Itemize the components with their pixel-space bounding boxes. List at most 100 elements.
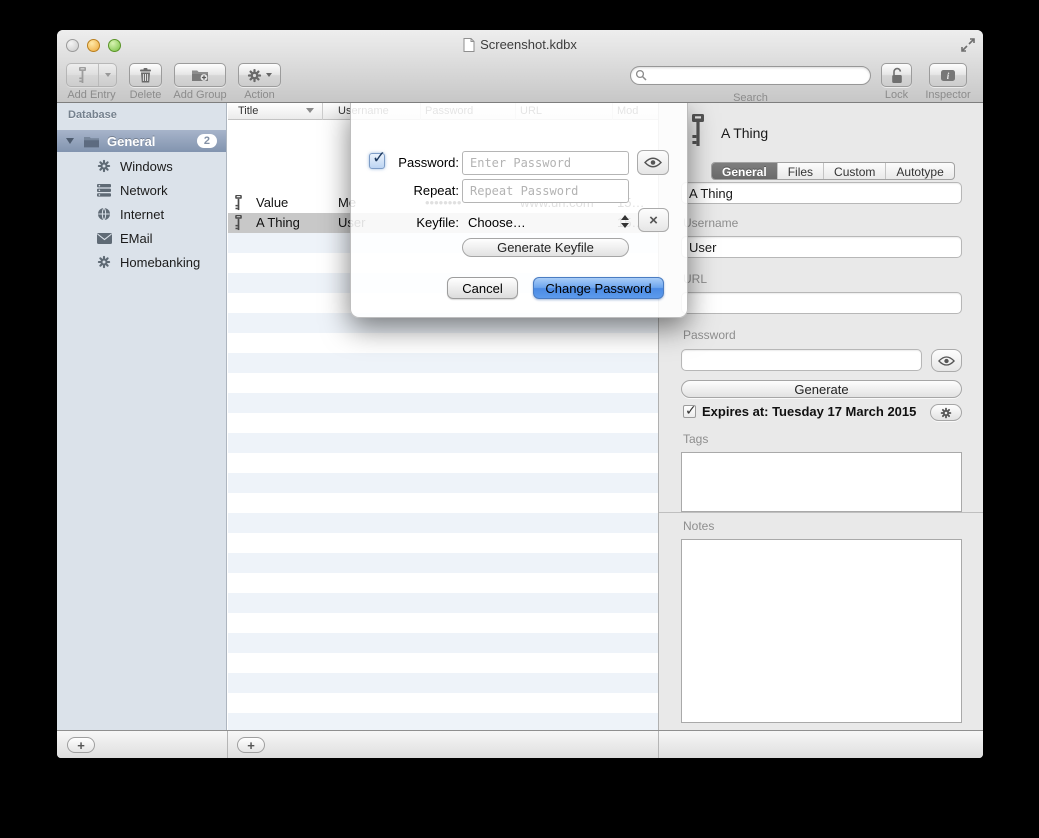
sidebar-item-label: Homebanking	[120, 255, 200, 270]
tags-input[interactable]	[681, 452, 962, 512]
trash-icon	[139, 67, 152, 83]
change-password-button[interactable]: Change Password	[533, 277, 664, 299]
chevron-down-icon	[266, 73, 272, 77]
change-password-label: Change Password	[545, 281, 651, 296]
sidebar: Database General 2 Windows Network	[57, 103, 227, 730]
key-icon	[234, 195, 243, 211]
dialog-reveal-password-button[interactable]	[637, 150, 669, 175]
password-label: Password	[683, 328, 736, 342]
app-window: Screenshot.kdbx Add Entry Delete	[57, 30, 983, 758]
key-icon	[690, 114, 706, 148]
tab-files[interactable]: Files	[778, 163, 824, 179]
gear-icon	[96, 254, 112, 270]
cell-title: Value	[256, 195, 288, 210]
envelope-icon	[96, 230, 112, 246]
cancel-label: Cancel	[462, 281, 502, 296]
sidebar-item-network[interactable]: Network	[57, 178, 226, 202]
eye-icon	[644, 157, 662, 168]
generate-keyfile-label: Generate Keyfile	[497, 240, 594, 255]
tab-custom[interactable]: Custom	[824, 163, 886, 179]
inspector-button[interactable]: i Inspector	[929, 63, 967, 87]
footer-bar: + +	[57, 730, 983, 758]
inspector-entry-title: A Thing	[721, 125, 768, 141]
reveal-password-button[interactable]	[931, 349, 962, 372]
gear-icon	[96, 158, 112, 174]
folder-plus-icon	[191, 68, 209, 82]
generate-label: Generate	[794, 382, 848, 397]
dialog-password-input[interactable]	[462, 151, 629, 175]
sidebar-item-label: Internet	[120, 207, 164, 222]
add-group-button[interactable]: Add Group	[174, 63, 226, 87]
sidebar-item-windows[interactable]: Windows	[57, 154, 226, 178]
close-icon: ×	[649, 213, 658, 228]
window-title: Screenshot.kdbx	[480, 37, 577, 52]
generate-button[interactable]: Generate	[681, 380, 962, 398]
sidebar-header: Database	[68, 109, 117, 121]
search-label: Search	[630, 92, 871, 104]
title-field[interactable]	[681, 182, 962, 204]
plus-icon: +	[77, 739, 85, 752]
add-group-label: Add Group	[173, 89, 226, 101]
expires-row: ✓ Expires at: Tuesday 17 March 2015	[683, 404, 916, 419]
change-password-dialog: ✓ Password: Repeat: Keyfile: Choose… × G…	[350, 103, 688, 318]
sidebar-item-label: Windows	[120, 159, 173, 174]
dialog-repeat-label: Repeat:	[369, 183, 459, 198]
gear-icon	[940, 407, 952, 419]
action-label: Action	[244, 89, 275, 101]
notes-input[interactable]	[681, 539, 962, 723]
delete-button[interactable]: Delete	[129, 63, 162, 87]
tags-label: Tags	[683, 432, 708, 446]
stepper-icon[interactable]	[621, 215, 630, 231]
eye-icon	[938, 356, 955, 366]
fullscreen-icon[interactable]	[960, 37, 976, 53]
key-icon	[234, 215, 243, 231]
entry-count-badge: 2	[197, 134, 217, 148]
search-input[interactable]	[630, 66, 871, 85]
sidebar-item-internet[interactable]: Internet	[57, 202, 226, 226]
add-entry-plus-button[interactable]: +	[237, 737, 265, 753]
inspector-panel: A Thing General Files Custom Autotype Us…	[658, 103, 983, 730]
expires-settings-button[interactable]	[930, 404, 962, 421]
window-header: Screenshot.kdbx Add Entry Delete	[57, 30, 983, 103]
expires-checkbox[interactable]: ✓	[683, 405, 696, 418]
sidebar-group-general[interactable]: General 2	[57, 130, 226, 152]
username-field[interactable]	[681, 236, 962, 258]
tab-autotype[interactable]: Autotype	[886, 163, 953, 179]
document-icon	[463, 38, 475, 52]
password-field[interactable]	[681, 349, 922, 371]
url-field[interactable]	[681, 292, 962, 314]
tab-general[interactable]: General	[712, 163, 778, 179]
unlock-icon	[890, 67, 904, 84]
cancel-button[interactable]: Cancel	[447, 277, 518, 299]
lock-button[interactable]: Lock	[881, 63, 912, 87]
sidebar-group-label: General	[107, 134, 197, 149]
plus-icon: +	[247, 739, 255, 752]
add-entry-button[interactable]: Add Entry	[66, 63, 117, 87]
delete-label: Delete	[130, 89, 162, 101]
globe-icon	[96, 206, 112, 222]
dialog-repeat-input[interactable]	[462, 179, 629, 203]
keyfile-popup[interactable]: Choose…	[468, 215, 526, 230]
dialog-keyfile-label: Keyfile:	[369, 215, 459, 230]
gear-icon	[247, 68, 262, 83]
sidebar-item-email[interactable]: EMail	[57, 226, 226, 250]
disclosure-triangle-icon[interactable]	[66, 138, 74, 144]
sidebar-item-homebanking[interactable]: Homebanking	[57, 250, 226, 274]
check-icon: ✓	[685, 402, 697, 419]
add-group-plus-button[interactable]: +	[67, 737, 95, 753]
search-icon	[635, 69, 647, 81]
action-button[interactable]: Action	[238, 63, 281, 87]
folder-icon	[83, 135, 100, 148]
dialog-password-label: Password:	[369, 155, 459, 170]
inspector-tabs: General Files Custom Autotype	[711, 162, 955, 180]
inspector-label: Inspector	[925, 89, 970, 101]
generate-keyfile-button[interactable]: Generate Keyfile	[462, 238, 629, 257]
clear-keyfile-button[interactable]: ×	[638, 208, 669, 232]
key-icon	[67, 64, 98, 86]
notes-label: Notes	[683, 519, 714, 533]
username-label: Username	[683, 216, 738, 230]
sidebar-item-label: Network	[120, 183, 168, 198]
info-icon: i	[940, 69, 956, 82]
column-title[interactable]: Title	[238, 105, 258, 117]
lock-label: Lock	[885, 89, 908, 101]
